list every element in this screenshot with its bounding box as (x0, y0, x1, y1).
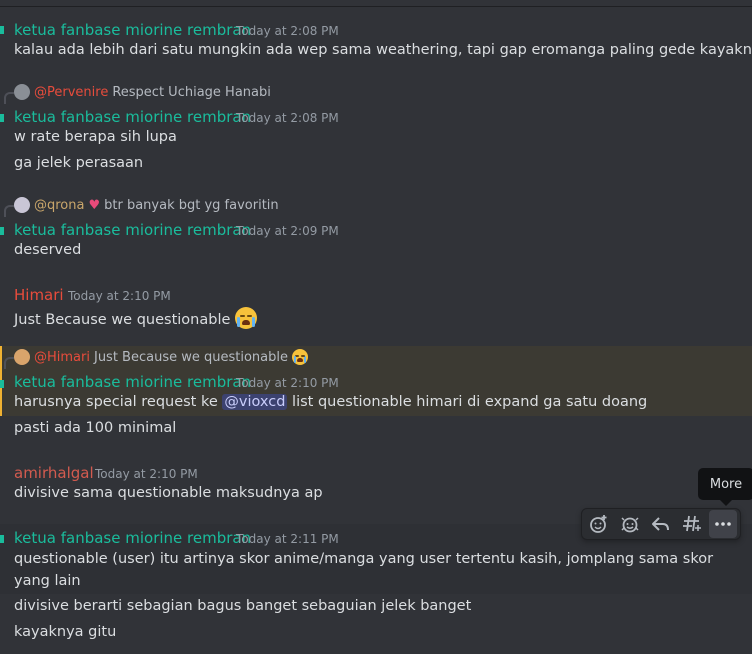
message-text-content: list questionable himari di expand ga sa… (292, 394, 648, 410)
author-name[interactable]: Himari (14, 286, 64, 304)
message-text-content: harusnya special request ke (14, 394, 218, 410)
role-indicator (0, 227, 4, 235)
top-divider (0, 0, 752, 7)
reply-author[interactable]: @qrona (34, 198, 84, 213)
more-dots-icon (714, 522, 731, 526)
message-group[interactable]: @qrona ♥ btr banyak bgt yg favoritin ket… (0, 193, 752, 265)
message-text: kayaknya gitu (14, 624, 117, 640)
add-reaction-icon (590, 515, 607, 533)
message-group[interactable]: amirhalgal Today at 2:10 PM divisive sam… (0, 458, 752, 514)
message-text: divisive sama questionable maksudnya ap (14, 485, 323, 501)
message-text: ga jelek perasaan (14, 155, 144, 171)
loudly-crying-face-icon[interactable] (235, 307, 257, 329)
more-button[interactable] (708, 510, 737, 538)
message-text: questionable (user) itu artinya skor ani… (14, 551, 714, 589)
avatar[interactable] (14, 349, 30, 365)
role-indicator (0, 535, 4, 543)
message-group[interactable]: @Pervenire Respect Uchiage Hanabi ketua … (0, 80, 752, 182)
message-text: kalau ada lebih dari satu mungkin ada we… (14, 42, 752, 58)
reply-author[interactable]: @Himari (34, 350, 90, 365)
author-name[interactable]: ketua fanbase miorine rembran (14, 373, 251, 391)
timestamp[interactable]: Today at 2:10 PM (68, 289, 171, 303)
message-text: divisive berarti sebagian bagus banget s… (14, 598, 472, 614)
reply-reference[interactable]: @Pervenire Respect Uchiage Hanabi (4, 83, 271, 104)
add-super-reaction-icon (621, 517, 639, 533)
super-reaction-button[interactable] (616, 510, 644, 538)
heart-icon: ♥ (88, 197, 101, 213)
reply-spine (4, 357, 14, 369)
message-text: harusnya special request ke @vioxcd list… (14, 394, 647, 410)
role-indicator (0, 380, 4, 388)
message-text-content: Just Because we questionable (14, 312, 231, 328)
timestamp[interactable]: Today at 2:10 PM (236, 376, 339, 390)
message-group[interactable]: ketua fanbase miorine rembran Today at 2… (0, 14, 752, 68)
timestamp[interactable]: Today at 2:10 PM (95, 467, 198, 481)
message-text: pasti ada 100 minimal (14, 420, 177, 436)
reply-button[interactable] (647, 510, 675, 538)
more-tooltip: More (698, 468, 752, 506)
message-action-toolbar (581, 508, 741, 540)
timestamp[interactable]: Today at 2:11 PM (236, 532, 339, 546)
timestamp[interactable]: Today at 2:09 PM (236, 224, 339, 238)
reply-text[interactable]: Respect Uchiage Hanabi (112, 85, 271, 100)
message-group-mention[interactable]: @Himari Just Because we questionable ket… (0, 346, 752, 416)
message-text: Just Because we questionable (14, 307, 257, 329)
reply-reference[interactable]: @Himari Just Because we questionable (4, 348, 308, 369)
author-name[interactable]: ketua fanbase miorine rembran (14, 108, 251, 126)
author-name[interactable]: amirhalgal (14, 464, 94, 482)
reply-spine (4, 205, 14, 217)
timestamp[interactable]: Today at 2:08 PM (236, 24, 339, 38)
user-mention[interactable]: @vioxcd (222, 394, 288, 410)
author-name[interactable]: ketua fanbase miorine rembran (14, 221, 251, 239)
reply-spine (4, 92, 14, 104)
message-text: w rate berapa sih lupa (14, 129, 177, 145)
create-thread-icon (682, 515, 701, 532)
reply-reference[interactable]: @qrona ♥ btr banyak bgt yg favoritin (4, 196, 279, 217)
role-indicator (0, 26, 4, 34)
create-thread-button[interactable] (678, 510, 706, 538)
reply-text[interactable]: btr banyak bgt yg favoritin (104, 198, 279, 213)
role-indicator (0, 114, 4, 122)
message-text: deserved (14, 242, 82, 258)
message-group[interactable]: Himari Today at 2:10 PM Just Because we … (0, 280, 752, 336)
author-name[interactable]: ketua fanbase miorine rembran (14, 21, 251, 39)
add-reaction-button[interactable] (585, 510, 613, 538)
reply-author[interactable]: @Pervenire (34, 85, 108, 100)
timestamp[interactable]: Today at 2:08 PM (236, 111, 339, 125)
author-name[interactable]: ketua fanbase miorine rembran (14, 529, 251, 547)
loudly-crying-face-icon (292, 349, 308, 365)
reply-arrow-icon (651, 517, 669, 531)
avatar[interactable] (14, 197, 30, 213)
reply-text[interactable]: Just Because we questionable (94, 350, 288, 365)
avatar[interactable] (14, 84, 30, 100)
